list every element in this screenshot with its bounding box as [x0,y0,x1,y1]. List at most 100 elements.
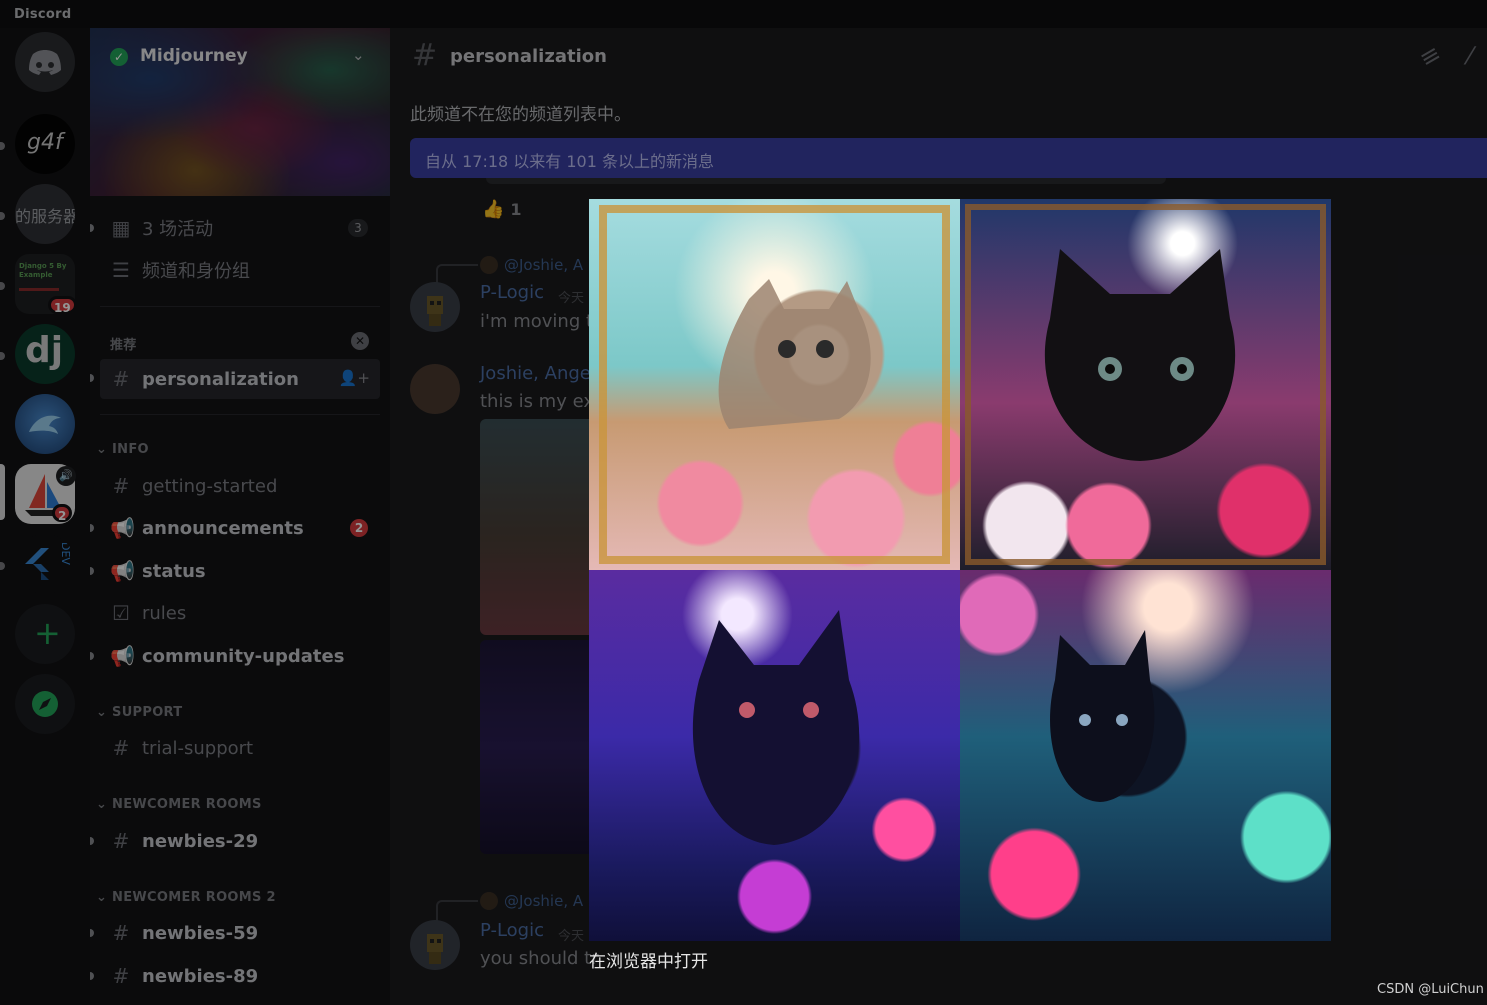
mention-badge: 2 [350,519,368,537]
server-my-server[interactable]: 的服务器 [15,184,75,244]
megaphone-icon: 📢 [110,516,135,540]
close-icon[interactable]: ✕ [351,332,369,350]
hashtag-icon: # [112,367,130,391]
reaction-button[interactable]: 👍 1 [482,194,522,224]
channel-rules[interactable]: ☑ rules [100,595,380,631]
channel-personalization[interactable]: # personalization 👤+ [100,359,380,399]
add-member-icon[interactable]: 👤+ [339,369,370,387]
server-dj-label: dj [25,330,64,371]
discover-button[interactable] [15,674,75,734]
unread-indicator [90,652,94,660]
plus-icon: + [34,614,61,652]
channel-newbies-29[interactable]: # newbies-29 [100,823,380,859]
channel-label: announcements [142,517,304,539]
image-black-cat-neon-forest[interactable] [589,570,960,941]
verified-icon: ✓ [110,48,128,66]
server-dolphin[interactable] [15,394,75,454]
unread-indicator [0,282,5,290]
category-newcomer-rooms-2-label: NEWCOMER ROOMS 2 [112,890,276,905]
unread-indicator [90,837,94,845]
channel-browse-icon: ☰ [112,258,130,282]
server-g4f[interactable]: g4f [15,114,75,174]
discord-logo-icon [29,50,61,75]
category-info-label: INFO [112,442,149,457]
hashtag-icon: # [412,38,438,73]
kitten-illustration [1050,630,1155,802]
server-my-server-label: 的服务器 [15,207,75,226]
message-timestamp: 今天 [558,929,585,944]
message-author[interactable]: P-Logic [480,920,544,941]
image-black-kitten-cactus[interactable] [960,199,1331,570]
category-newcomer-rooms-2[interactable]: ⌄ NEWCOMER ROOMS 2 [96,890,276,905]
channel-announcements[interactable]: 📢 announcements 2 [100,510,380,546]
channel-label: newbies-89 [142,965,259,987]
mute-bell-icon[interactable]: ⁄ [1468,42,1472,70]
unread-indicator [0,352,5,360]
avatar[interactable] [410,364,460,414]
cat-illustration [692,610,860,845]
image-tabby-kitten[interactable] [589,199,960,570]
megaphone-icon: 📢 [110,559,135,583]
mention-badge: 19 [48,296,77,315]
events-item[interactable]: ▦ 3 场活动 3 [100,210,380,246]
server-django-label: Django 5 By Example [19,262,67,279]
unread-indicator [90,374,94,382]
channel-newbies-89[interactable]: # newbies-89 [100,958,380,994]
open-in-browser-link[interactable]: 在浏览器中打开 [589,947,708,972]
direct-messages-button[interactable] [15,32,75,92]
category-support[interactable]: ⌄ SUPPORT [96,705,182,720]
reaction-count: 1 [510,199,522,219]
divider [100,306,380,307]
channel-title: personalization [450,46,607,67]
attachment-thumbnail[interactable] [480,640,600,854]
unread-indicator [90,929,94,937]
message-author[interactable]: Joshie, Ange [480,363,591,384]
unread-indicator [0,562,5,570]
channel-sidebar: ✓ Midjourney ⌄ ▦ 3 场活动 3 ☰ 频道和身份组 推荐 ✕ #… [90,28,390,1005]
new-messages-bar[interactable]: 自从 17:18 以来有 101 条以上的新消息 [410,138,1487,178]
channel-label: newbies-59 [142,922,259,944]
events-count: 3 [348,219,368,237]
image-viewer[interactable] [589,199,1331,941]
app-title: Discord [14,7,72,22]
compass-icon [32,691,58,717]
add-server-button[interactable]: + [15,604,75,664]
server-name[interactable]: Midjourney [140,46,248,66]
channel-header: # personalization ≡ ⁄ [390,28,1487,86]
server-rail: g4f 的服务器 Django 5 By Example 19 dj 🔊 2 D… [0,28,90,1005]
unread-indicator [90,524,94,532]
channel-getting-started[interactable]: # getting-started [100,468,380,504]
unread-indicator [90,224,94,232]
server-flutter-dev[interactable]: DEV [15,534,75,594]
threads-icon[interactable]: ≡ [1414,39,1445,73]
category-info[interactable]: ⌄ INFO [96,442,149,457]
hashtag-icon: # [112,829,130,853]
image-black-kitten-garden[interactable] [960,570,1331,941]
category-newcomer-rooms[interactable]: ⌄ NEWCOMER ROOMS [96,797,262,812]
channel-community-updates[interactable]: 📢 community-updates [100,638,380,674]
unread-indicator [90,972,94,980]
megaphone-icon: 📢 [110,644,135,668]
channel-label: trial-support [142,737,254,759]
avatar[interactable] [410,920,460,970]
channel-label: newbies-29 [142,830,259,852]
channel-trial-support[interactable]: # trial-support [100,730,380,766]
dolphin-icon [29,415,61,434]
message-timestamp: 今天 [558,291,585,306]
message-author[interactable]: P-Logic [480,282,544,303]
previous-attachment [486,178,1166,184]
avatar[interactable] [410,282,460,332]
hashtag-icon: # [112,474,130,498]
unread-indicator [90,567,94,575]
channels-roles-item[interactable]: ☰ 频道和身份组 [100,252,380,288]
reply-line [436,900,478,922]
reply-mention[interactable]: @Joshie, A [504,256,583,274]
channel-status[interactable]: 📢 status [100,553,380,589]
chevron-down-icon[interactable]: ⌄ [352,46,365,64]
new-messages-label: 自从 17:18 以来有 101 条以上的新消息 [425,152,714,171]
reply-mention[interactable]: @Joshie, A [504,892,583,910]
server-dj[interactable]: dj [15,324,75,384]
title-bar: Discord [0,0,1487,28]
channel-newbies-59[interactable]: # newbies-59 [100,915,380,951]
attachment-thumbnail[interactable] [480,419,600,635]
